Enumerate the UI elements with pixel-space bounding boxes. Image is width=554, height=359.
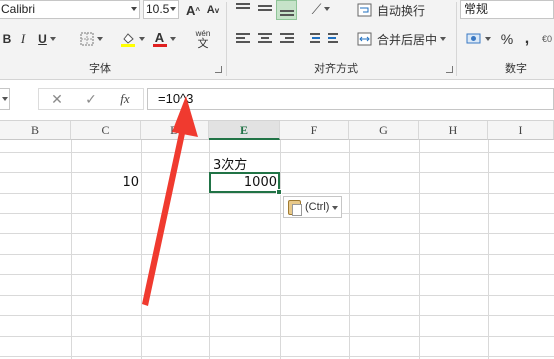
chevron-down-icon: [131, 7, 137, 11]
insert-function-icon[interactable]: fx: [111, 89, 139, 109]
group-separator: [226, 2, 227, 76]
merge-center-button[interactable]: 合并后居中: [357, 30, 451, 48]
column-header-d[interactable]: D: [141, 121, 209, 140]
align-left-icon[interactable]: [236, 33, 250, 45]
align-center-icon[interactable]: [258, 33, 272, 45]
comma-icon: ,: [524, 30, 530, 47]
borders-button[interactable]: [76, 30, 106, 48]
paste-options-button[interactable]: (Ctrl): [283, 196, 342, 218]
underline-icon: U: [38, 32, 47, 46]
percent-style-button[interactable]: %: [498, 30, 516, 48]
italic-button[interactable]: I: [16, 30, 30, 48]
decrease-indent-icon[interactable]: [306, 33, 320, 45]
fill-color-button[interactable]: [118, 30, 146, 48]
percent-icon: %: [500, 31, 514, 47]
column-header-e[interactable]: E: [209, 121, 280, 140]
orientation-icon: ⟋: [311, 0, 322, 17]
fill-handle[interactable]: [276, 189, 282, 195]
column-header-c[interactable]: C: [71, 121, 141, 140]
border-icon: [80, 32, 93, 46]
bold-button[interactable]: B: [0, 30, 14, 48]
phonetic-guide-button[interactable]: wén 文: [190, 26, 216, 52]
comma-style-button[interactable]: ,: [520, 30, 534, 48]
merge-center-label: 合并后居中: [377, 32, 438, 47]
cancel-icon[interactable]: ✕: [43, 89, 71, 109]
phonetic-icon: 文: [197, 38, 209, 50]
font-size-select[interactable]: 10.5: [143, 0, 179, 19]
paste-options-label: (Ctrl): [305, 201, 330, 213]
gridline: [0, 254, 554, 255]
enter-icon[interactable]: ✓: [77, 89, 105, 109]
gridline: [0, 233, 554, 234]
formula-bar: ✕ ✓ fx =10^3: [0, 80, 554, 121]
accounting-format-button[interactable]: [464, 30, 492, 48]
gridline: [0, 295, 554, 296]
merge-center-icon: [357, 32, 372, 46]
column-header-b[interactable]: B: [0, 121, 71, 140]
cell-e8[interactable]: 3次方: [213, 154, 247, 173]
increase-indent-icon[interactable]: [328, 33, 342, 45]
number-group-label: 数字: [505, 63, 527, 75]
fill-bucket-icon: [120, 33, 135, 47]
grow-font-icon: A: [185, 2, 196, 18]
wrap-text-icon: [357, 3, 372, 17]
underline-button[interactable]: U: [34, 30, 60, 48]
cell-c9[interactable]: 10: [71, 175, 139, 190]
currency-icon: [466, 33, 480, 44]
top-align-icon[interactable]: [236, 3, 250, 15]
number-format-select[interactable]: 常规: [460, 0, 554, 19]
middle-align-icon[interactable]: [258, 3, 272, 15]
grow-font-button[interactable]: A ^: [184, 1, 202, 19]
font-color-button[interactable]: A: [150, 30, 178, 48]
bold-icon: B: [2, 32, 12, 46]
align-right-icon[interactable]: [280, 33, 294, 45]
formula-buttons: ✕ ✓ fx: [38, 88, 144, 110]
bottom-align-button[interactable]: [276, 0, 297, 20]
chevron-down-icon: [170, 7, 176, 11]
gridline: [0, 336, 554, 337]
gridline: [0, 274, 554, 275]
name-box[interactable]: [0, 88, 10, 110]
column-header-i[interactable]: I: [488, 121, 554, 140]
wrap-text-label: 自动换行: [377, 3, 426, 18]
increase-decimal-button[interactable]: €0: [540, 30, 554, 48]
shrink-font-icon: A: [206, 4, 215, 16]
font-size-value: 10.5: [146, 2, 170, 16]
column-header-f[interactable]: F: [280, 121, 349, 140]
font-name-value: Calibri: [1, 2, 36, 16]
number-format-value: 常规: [464, 2, 489, 16]
column-header-g[interactable]: G: [349, 121, 419, 140]
clipboard-icon: [288, 200, 302, 216]
bottom-align-icon: [280, 6, 294, 18]
gridline: [0, 315, 554, 316]
gridline: [0, 152, 554, 153]
font-color-icon: A: [154, 30, 165, 45]
wrap-text-button[interactable]: 自动换行: [357, 1, 427, 19]
group-separator: [456, 2, 457, 76]
orientation-button[interactable]: ⟋: [306, 0, 336, 18]
selected-cell-border: [209, 172, 280, 193]
shrink-font-button[interactable]: Av: [204, 1, 222, 19]
arrow-shaft: [142, 128, 186, 306]
formula-input[interactable]: =10^3: [147, 88, 554, 110]
gridline: [0, 356, 554, 357]
ribbon: Calibri 10.5 A ^ Av B I U A wén 文 字体 ⟋ 自…: [0, 0, 554, 80]
alignment-dialog-launcher-icon[interactable]: [446, 66, 453, 73]
increase-decimal-icon: €0: [541, 34, 552, 44]
chevron-down-icon: [2, 97, 8, 101]
gridline: [0, 213, 554, 214]
column-header-h[interactable]: H: [419, 121, 488, 140]
font-dialog-launcher-icon[interactable]: [215, 66, 222, 73]
italic-icon: I: [20, 31, 26, 46]
font-name-select[interactable]: Calibri: [0, 0, 140, 19]
font-group-label: 字体: [89, 63, 111, 75]
alignment-group-label: 对齐方式: [314, 63, 358, 75]
